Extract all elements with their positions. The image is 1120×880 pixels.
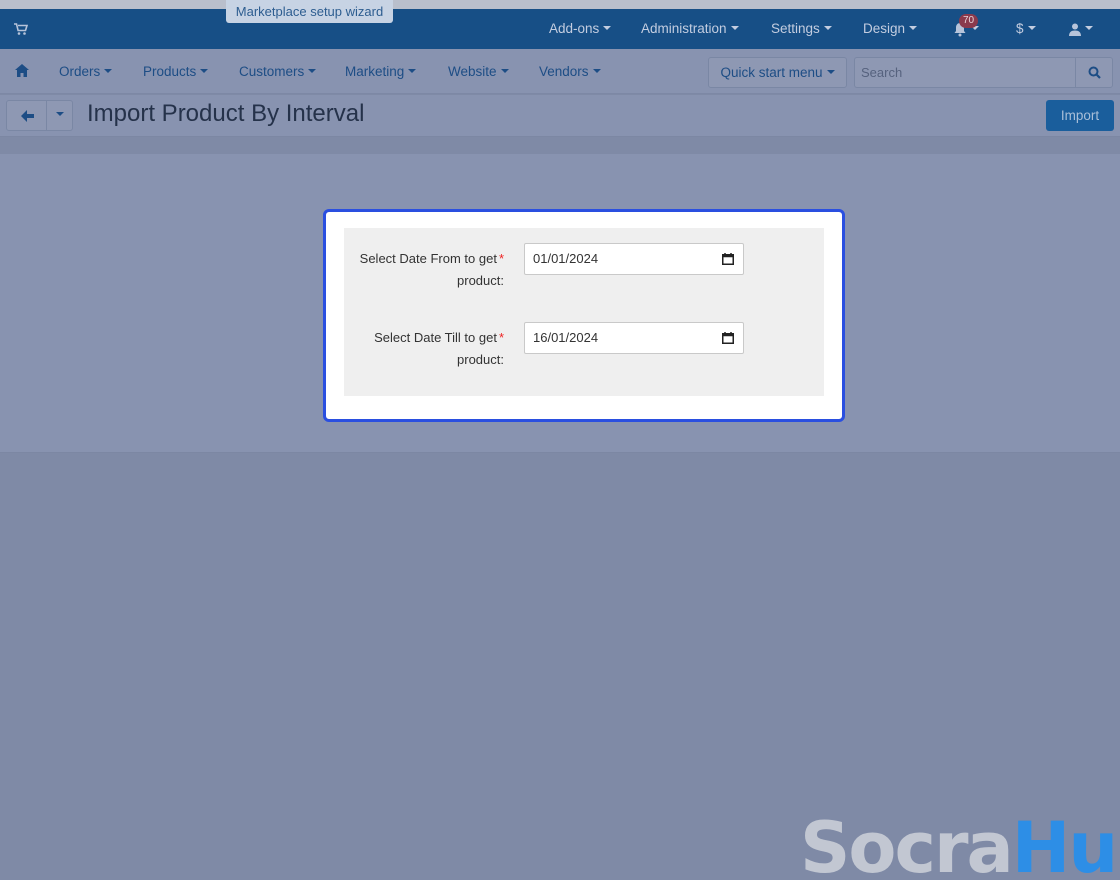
back-button[interactable] bbox=[6, 100, 47, 131]
page-header: Import Product By Interval Import bbox=[0, 95, 1120, 137]
date-from-label-line1: Select Date From to get bbox=[359, 251, 497, 266]
date-from-label-line2: product: bbox=[457, 273, 504, 288]
administration-menu[interactable]: Administration bbox=[641, 9, 739, 49]
chevron-down-icon bbox=[55, 111, 64, 116]
date-till-label: Select Date Till to get * product: bbox=[344, 327, 504, 371]
watermark-part2: Hub bbox=[1011, 807, 1120, 880]
user-menu[interactable] bbox=[1069, 9, 1093, 49]
date-till-value: 16/01/2024 bbox=[533, 330, 599, 345]
user-icon bbox=[1069, 23, 1081, 36]
chevron-down-icon bbox=[603, 26, 612, 31]
nav-customers-label: Customers bbox=[239, 64, 305, 79]
date-from-field[interactable]: 01/01/2024 bbox=[524, 243, 744, 275]
date-till-field[interactable]: 16/01/2024 bbox=[524, 322, 744, 354]
date-from-value: 01/01/2024 bbox=[533, 251, 599, 266]
nav-products-label: Products bbox=[143, 64, 197, 79]
date-till-label-line2: product: bbox=[457, 352, 504, 367]
chevron-down-icon bbox=[823, 26, 832, 31]
administration-menu-label: Administration bbox=[641, 21, 727, 36]
window-top-strip bbox=[0, 0, 1120, 9]
nav-orders-label: Orders bbox=[59, 64, 101, 79]
currency-label: $ bbox=[1016, 21, 1024, 36]
search-button[interactable] bbox=[1075, 57, 1113, 88]
nav-website[interactable]: Website bbox=[448, 49, 509, 94]
date-form: Select Date From to get * product: 01/01/… bbox=[344, 228, 824, 396]
page-title: Import Product By Interval bbox=[87, 100, 365, 127]
chevron-down-icon bbox=[1085, 26, 1093, 31]
chevron-down-icon bbox=[592, 69, 601, 74]
chevron-down-icon bbox=[408, 69, 417, 74]
cart-icon[interactable] bbox=[14, 22, 28, 36]
quick-start-label: Quick start menu bbox=[720, 65, 823, 80]
chevron-down-icon bbox=[500, 69, 509, 74]
addons-menu[interactable]: Add-ons bbox=[549, 9, 612, 49]
nav-marketing-label: Marketing bbox=[345, 64, 405, 79]
import-interval-dialog: Select Date From to get * product: 01/01/… bbox=[323, 209, 845, 422]
nav-customers[interactable]: Customers bbox=[239, 49, 317, 94]
back-dropdown-button[interactable] bbox=[47, 100, 73, 131]
search-input[interactable] bbox=[854, 57, 1075, 88]
required-mark: * bbox=[498, 251, 504, 266]
calendar-icon[interactable] bbox=[722, 332, 734, 344]
settings-menu[interactable]: Settings bbox=[771, 9, 832, 49]
arrow-left-icon bbox=[21, 110, 34, 122]
socrahub-watermark: SocraHub bbox=[800, 808, 1120, 880]
nav-website-label: Website bbox=[448, 64, 497, 79]
top-bar: Add-ons Administration Settings Design 7… bbox=[0, 9, 1120, 49]
design-menu-label: Design bbox=[863, 21, 906, 36]
main-nav: Orders Products Customers Marketing Webs… bbox=[0, 49, 1120, 94]
nav-orders[interactable]: Orders bbox=[59, 49, 113, 94]
calendar-icon[interactable] bbox=[722, 253, 734, 265]
nav-vendors[interactable]: Vendors bbox=[539, 49, 601, 94]
required-mark: * bbox=[498, 330, 504, 345]
chevron-down-icon bbox=[909, 26, 918, 31]
chevron-down-icon bbox=[308, 69, 317, 74]
nav-marketing[interactable]: Marketing bbox=[345, 49, 417, 94]
currency-menu[interactable]: $ bbox=[1016, 9, 1036, 49]
home-icon[interactable] bbox=[15, 64, 29, 77]
setup-wizard-button[interactable]: Marketplace setup wizard bbox=[226, 0, 393, 23]
chevron-down-icon bbox=[200, 69, 209, 74]
design-menu[interactable]: Design bbox=[863, 9, 918, 49]
settings-menu-label: Settings bbox=[771, 21, 820, 36]
search-icon bbox=[1088, 66, 1101, 79]
date-from-label: Select Date From to get * product: bbox=[344, 248, 504, 292]
notifications-badge: 70 bbox=[959, 14, 979, 28]
watermark-part1: Socra bbox=[800, 807, 1014, 880]
chevron-down-icon bbox=[826, 70, 835, 75]
chevron-down-icon bbox=[730, 26, 739, 31]
import-button[interactable]: Import bbox=[1046, 100, 1114, 131]
chevron-down-icon bbox=[1027, 26, 1036, 31]
chevron-down-icon bbox=[104, 69, 113, 74]
quick-start-menu-button[interactable]: Quick start menu bbox=[708, 57, 847, 88]
nav-vendors-label: Vendors bbox=[539, 64, 589, 79]
nav-products[interactable]: Products bbox=[143, 49, 209, 94]
addons-menu-label: Add-ons bbox=[549, 21, 600, 36]
date-till-label-line1: Select Date Till to get bbox=[374, 330, 497, 345]
